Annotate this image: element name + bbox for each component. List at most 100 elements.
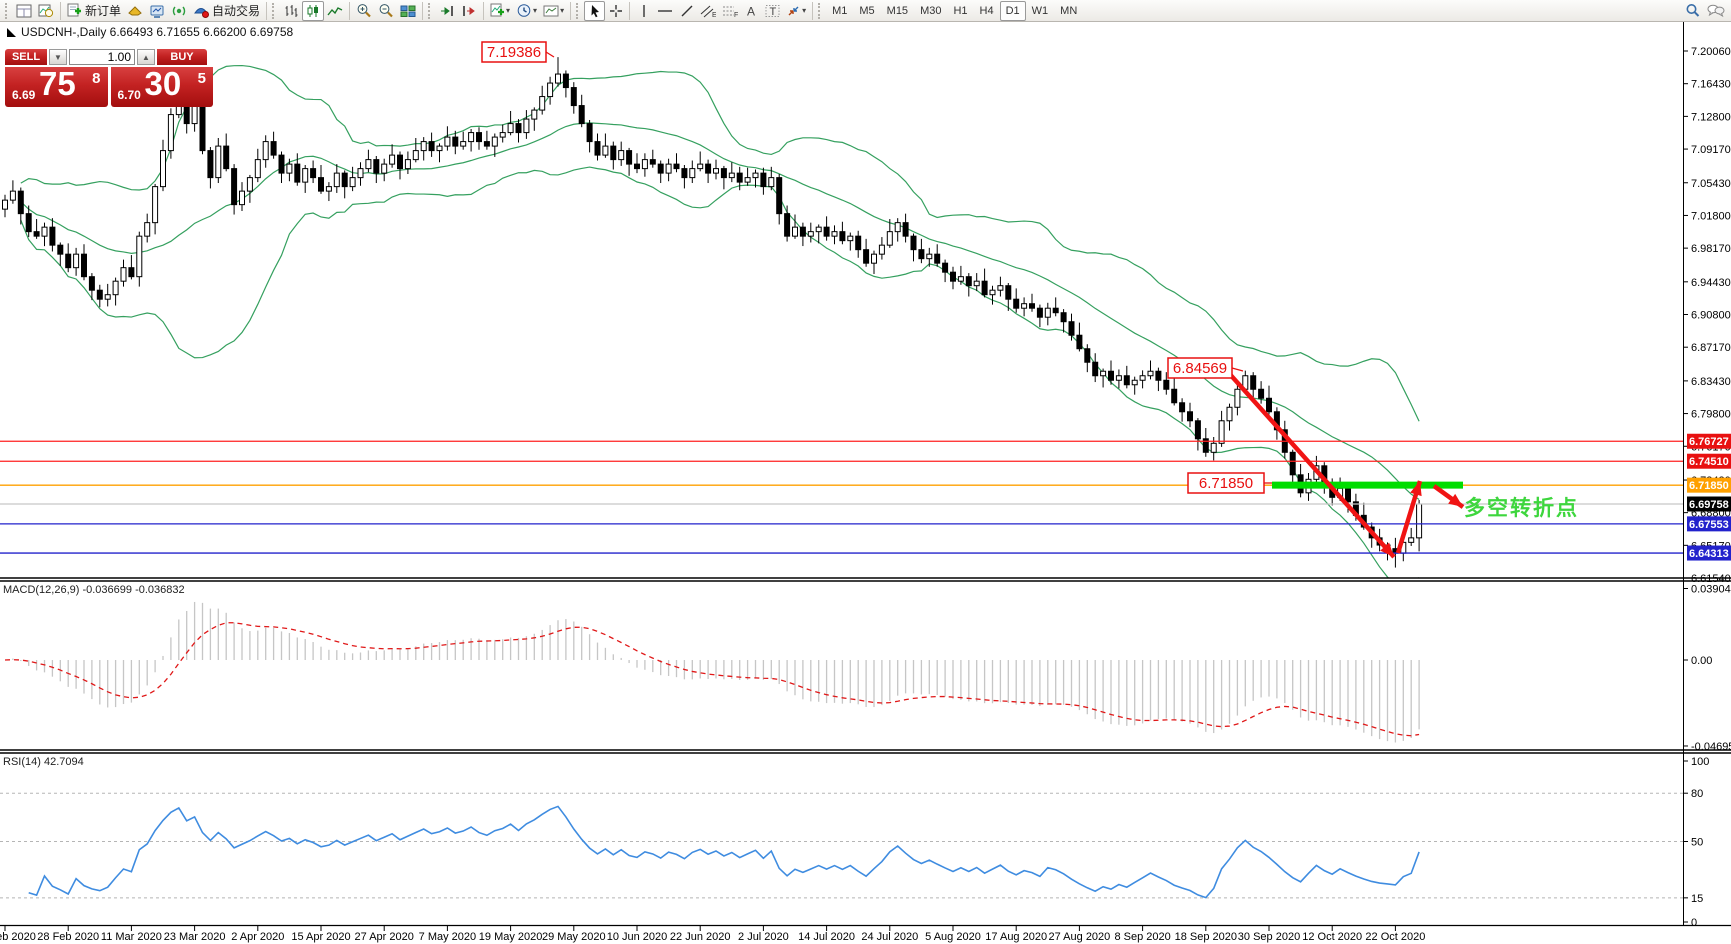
axis-tick-label: 7.12800 [1691,111,1731,123]
price-label-box[interactable]: 6.71850 [1188,473,1272,493]
timeframe-H4[interactable]: H4 [974,1,1000,21]
new-order-icon [67,3,82,18]
chart-shift-button[interactable] [458,1,480,21]
toolbar-separator [349,2,350,20]
chat-button[interactable] [1704,1,1728,21]
timeframe-H1[interactable]: H1 [947,1,973,21]
timeframe-MN[interactable]: MN [1054,1,1083,21]
date-label: 2 Apr 2020 [231,931,284,943]
periods-button[interactable]: ▾ [513,1,540,21]
toolbar-grip [272,3,278,19]
volume-decrease-button[interactable]: ▼ [49,49,67,65]
date-label: 27 Aug 2020 [1049,931,1111,943]
fibonacci-tool-button[interactable]: F [719,1,741,21]
metaeditor-button[interactable] [124,1,146,21]
templates-button[interactable]: ▾ [540,1,567,21]
zoom-in-button[interactable] [353,1,375,21]
buy-price-fraction: 5 [198,70,206,87]
auto-scroll-button[interactable] [436,1,458,21]
macd-indicator-label: MACD(12,26,9) -0.036699 -0.036832 [3,584,185,596]
axis-tick-label: 6.94430 [1691,277,1731,289]
timeframe-D1[interactable]: D1 [1000,1,1026,21]
rsi-layer [0,793,1683,898]
terminal-button[interactable] [146,1,168,21]
date-label: 28 Feb 2020 [37,931,99,943]
time-axis: 18 Feb 202028 Feb 202011 Mar 202023 Mar … [0,925,1731,943]
timeframe-W1[interactable]: W1 [1026,1,1055,21]
sell-price-integer: 6.69 [12,88,35,102]
rsi-axis-label: 15 [1691,893,1703,905]
buy-price-panel[interactable]: 6.70 30 5 [111,67,214,107]
signals-icon [171,4,187,18]
rsi-axis-label: 50 [1691,837,1703,849]
chat-icon [1707,3,1725,18]
buy-button[interactable]: BUY [157,49,207,65]
sell-button[interactable]: SELL [5,49,47,65]
volume-increase-button[interactable]: ▲ [137,49,155,65]
rsi-indicator-label: RSI(14) 42.7094 [3,756,84,768]
sell-price-fraction: 8 [92,70,100,87]
price-label-box[interactable]: 7.19386 [482,42,554,62]
buy-price-integer: 6.70 [118,88,141,102]
indicators-button[interactable]: ▾ [487,1,513,21]
chart-canvas[interactable]: 7.193866.845696.718507.200607.164307.128… [0,0,1731,944]
axis-tick-label: 7.05430 [1691,178,1731,190]
timeframe-M15[interactable]: M15 [881,1,914,21]
periods-caret-icon: ▾ [533,6,537,15]
zoom-out-button[interactable] [375,1,397,21]
timeframe-M30[interactable]: M30 [914,1,947,21]
axis-tick-label: 6.90800 [1691,310,1731,322]
signals-button[interactable] [168,1,190,21]
text-tool-button[interactable]: A [741,1,762,21]
vertical-line-tool-button[interactable] [633,1,654,21]
axis-tick-label: 7.09170 [1691,144,1731,156]
terminal-icon [149,4,165,18]
trendline-tool-button[interactable] [676,1,697,21]
date-label: 18 Sep 2020 [1175,931,1237,943]
axis-tick-label: 6.98170 [1691,243,1731,255]
volume-input[interactable] [69,49,135,65]
price-label-text: 7.19386 [487,44,541,61]
horizontal-line-tool-button[interactable] [654,1,676,21]
periods-icon [516,3,532,18]
macd-axis-label: 0.039044 [1691,584,1731,596]
search-button[interactable] [1682,1,1704,21]
charts-window-button[interactable] [13,1,35,21]
macd-axis-label: -0.046959 [1691,741,1731,753]
axis-tick-label: 7.01800 [1691,210,1731,222]
date-label: 7 May 2020 [419,931,476,943]
date-label: 19 May 2020 [479,931,543,943]
profiles-button[interactable] [35,1,57,21]
text-label-tool-button[interactable]: T [762,1,783,21]
templates-caret-icon: ▾ [560,6,564,15]
timeframe-M5[interactable]: M5 [853,1,880,21]
sell-price-pips: 75 [39,65,76,103]
equidistant-channel-tool-button[interactable]: E [697,1,719,21]
horizontal-levels-layer [0,441,1683,553]
cursor-tool-button[interactable] [584,1,605,21]
crosshair-icon [609,4,623,18]
trend-arrows-layer[interactable] [1227,371,1463,557]
date-label: 22 Jun 2020 [670,931,731,943]
candlestick-chart-button[interactable] [302,1,324,21]
date-label: 27 Apr 2020 [355,931,414,943]
crosshair-tool-button[interactable] [605,1,626,21]
sell-price-panel[interactable]: 6.69 75 8 [5,67,108,107]
date-label: 11 Mar 2020 [101,931,162,943]
toolbar-separator [570,2,571,20]
date-label: 8 Sep 2020 [1114,931,1170,943]
new-order-button[interactable]: 新订单 [64,1,124,21]
turning-point-annotation[interactable]: 多空转折点 [1464,492,1579,522]
arrows-tool-button[interactable]: ▾ [783,1,809,21]
tile-windows-button[interactable] [397,1,419,21]
vertical-line-icon [637,4,651,18]
autotrading-button[interactable]: 自动交易 [190,1,263,21]
toolbar-separator [629,2,630,20]
toolbar-grip [818,3,824,19]
price-label-box[interactable]: 6.84569 [1168,358,1243,378]
svg-text:A: A [747,4,755,18]
line-chart-button[interactable] [324,1,346,21]
bar-chart-button[interactable] [280,1,302,21]
timeframe-M1[interactable]: M1 [826,1,853,21]
price-label-text: 6.71850 [1199,475,1253,492]
